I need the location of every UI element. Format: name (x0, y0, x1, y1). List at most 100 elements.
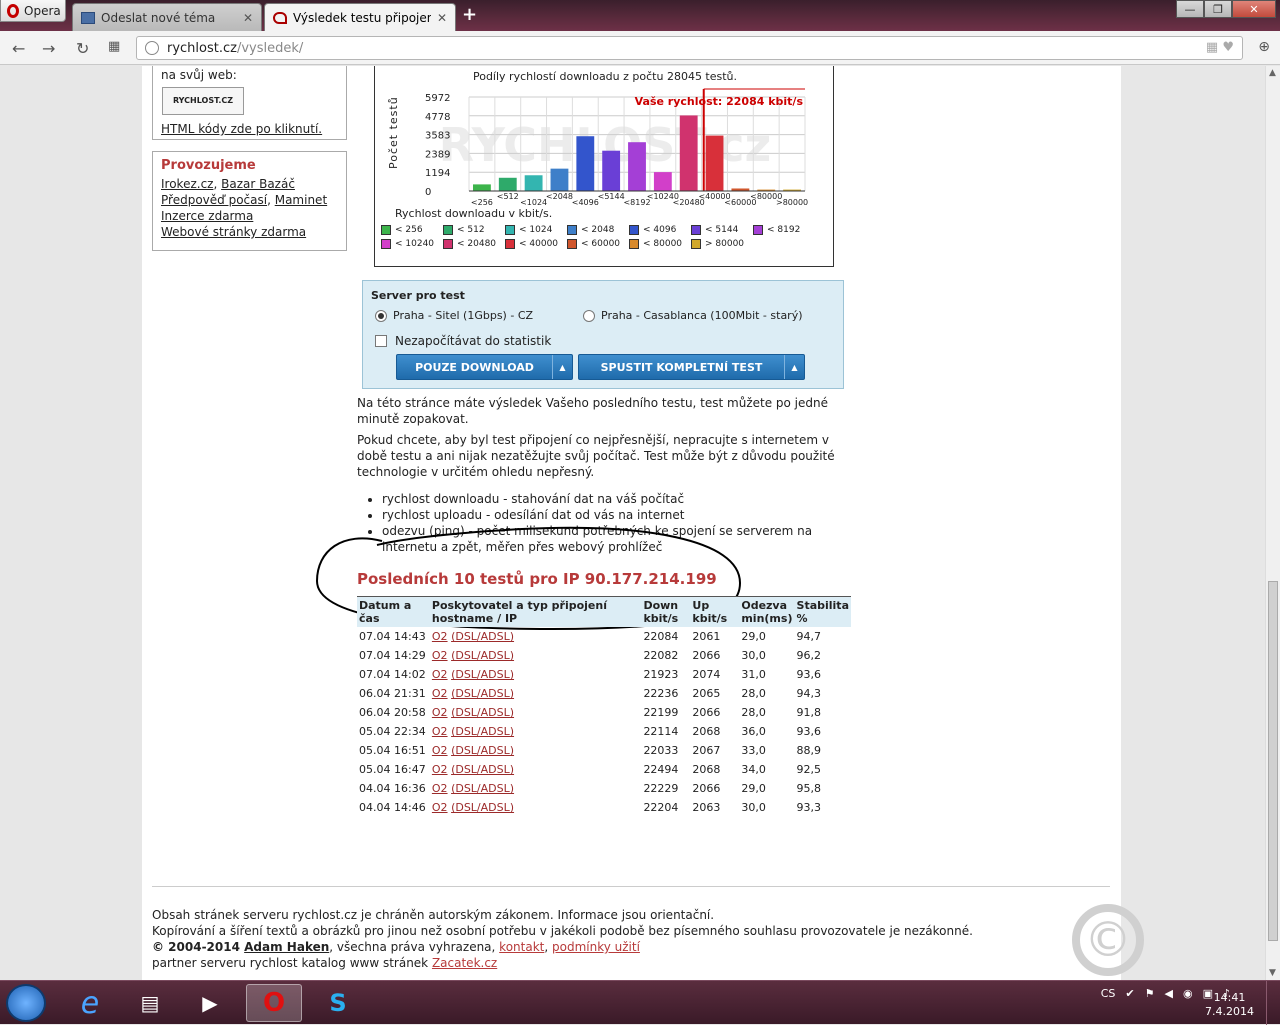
author-link[interactable]: Adam Haken (244, 940, 329, 954)
notification-icon[interactable]: ◀ (1164, 987, 1172, 1000)
download-only-button[interactable]: POUZE DOWNLOAD ▲ (396, 354, 573, 380)
media-player-icon[interactable]: ▶ (182, 984, 238, 1022)
connection-type-link[interactable]: (DSL/ADSL) (451, 687, 514, 700)
download-only-label: POUZE DOWNLOAD (415, 360, 534, 374)
vertical-scrollbar[interactable]: ▲ ▼ (1265, 66, 1280, 980)
no-stats-checkbox[interactable]: Nezapočítávat do statistik (375, 334, 551, 348)
provider-link[interactable]: O2 (432, 630, 448, 643)
cell-ping: 30,0 (741, 801, 766, 814)
reload-icon[interactable]: ↻ (76, 39, 89, 58)
tab-odeslat[interactable]: Odeslat nové téma ✕ (72, 3, 262, 31)
connection-type-link[interactable]: (DSL/ADSL) (451, 649, 514, 662)
dropdown-arrow-icon[interactable]: ▲ (552, 355, 572, 379)
embed-box: na svůj web: RYCHLOST.CZ HTML kódy zde p… (152, 66, 347, 140)
rychlost-logo[interactable]: RYCHLOST.CZ (162, 87, 244, 115)
table-row: 04.04 14:46 O2 (DSL/ADSL) 22204 2063 30,0 93,… (357, 798, 851, 817)
avast-icon[interactable]: ◉ (1183, 987, 1193, 1000)
cell-stability: 94,3 (796, 687, 822, 700)
chart-bar (628, 142, 646, 191)
legend-item: < 512 (443, 225, 505, 235)
cell-provider: O2 (DSL/ADSL) (430, 646, 642, 665)
rychlost-favicon-icon (273, 11, 287, 24)
cell-down: 22199 (643, 706, 679, 719)
chart-xtick: >80000 (776, 198, 808, 207)
close-icon[interactable]: ✕ (437, 11, 447, 25)
explorer-icon[interactable]: ▤ (122, 984, 178, 1022)
scroll-thumb[interactable] (1268, 581, 1278, 941)
connection-type-link[interactable]: (DSL/ADSL) (451, 744, 514, 757)
connection-type-link[interactable]: (DSL/ADSL) (451, 668, 514, 681)
skype-icon[interactable]: S (310, 984, 366, 1022)
close-icon[interactable]: ✕ (243, 11, 253, 25)
provider-link[interactable]: O2 (432, 706, 448, 719)
cell-up: 2074 (692, 668, 721, 681)
provider-link[interactable]: O2 (432, 801, 448, 814)
scroll-down-icon[interactable]: ▼ (1269, 968, 1276, 978)
connection-type-link[interactable]: (DSL/ADSL) (451, 801, 514, 814)
legend-swatch (443, 225, 453, 235)
provider-link[interactable]: O2 (432, 649, 448, 662)
zacatek-link[interactable]: Zacatek.cz (432, 956, 497, 970)
your-speed-label: Vaše rychlost: 22084 kbit/s (635, 95, 804, 108)
connection-type-link[interactable]: (DSL/ADSL) (451, 782, 514, 795)
cell-stability: 92,5 (796, 763, 822, 776)
new-tab-button[interactable]: + (462, 4, 477, 25)
provider-link[interactable]: O2 (432, 687, 448, 700)
tab-vysledek[interactable]: Výsledek testu připojení k i ✕ (264, 3, 456, 31)
contact-link[interactable]: kontakt (499, 940, 544, 954)
col-up: Up kbit/s (690, 596, 740, 627)
connection-type-link[interactable]: (DSL/ADSL) (451, 763, 514, 776)
col-ping: Odezva min(ms) (739, 596, 795, 627)
ie-icon[interactable]: e (62, 984, 118, 1022)
provider-link[interactable]: O2 (432, 782, 448, 795)
speed-dial-icon[interactable]: ▦ (108, 39, 120, 54)
link-maminet[interactable]: Maminet (275, 193, 327, 207)
cell-date: 07.04 14:29 (359, 649, 426, 662)
cell-provider: O2 (DSL/ADSL) (430, 703, 642, 722)
connection-type-link[interactable]: (DSL/ADSL) (451, 706, 514, 719)
clock[interactable]: 14:41 7.4.2014 (1205, 991, 1254, 1019)
forward-icon[interactable]: → (42, 39, 55, 58)
chart-bar (473, 184, 491, 191)
full-test-button[interactable]: SPUSTIT KOMPLETNÍ TEST ▲ (578, 354, 805, 380)
html-codes-link[interactable]: HTML kódy zde po kliknutí. (161, 122, 322, 136)
scroll-up-icon[interactable]: ▲ (1269, 68, 1276, 78)
provider-link[interactable]: O2 (432, 763, 448, 776)
server-option-sitel[interactable]: Praha - Sitel (1Gbps) - CZ (375, 309, 533, 322)
opera-taskbar-icon[interactable]: O (246, 984, 302, 1022)
language-indicator[interactable]: CS (1101, 987, 1116, 1000)
connection-type-link[interactable]: (DSL/ADSL) (451, 725, 514, 738)
flag-icon[interactable]: ⚑ (1145, 987, 1155, 1000)
server-option-casablanca[interactable]: Praha - Casablanca (100Mbit - starý) (583, 309, 803, 322)
provider-link[interactable]: O2 (432, 744, 448, 757)
server-option-label: Praha - Sitel (1Gbps) - CZ (393, 309, 534, 322)
link-webove[interactable]: Webové stránky zdarma (161, 225, 306, 239)
link-pocasi[interactable]: Předpověď počasí (161, 193, 267, 207)
dropdown-arrow-icon[interactable]: ▲ (784, 355, 804, 379)
link-bazar[interactable]: Bazar Bazáč (221, 177, 295, 191)
site-info-icon[interactable] (145, 41, 159, 55)
tray-app-icon[interactable]: ✔ (1125, 987, 1134, 1000)
opera-menu-button[interactable]: Opera (0, 0, 66, 22)
connection-type-link[interactable]: (DSL/ADSL) (451, 630, 514, 643)
link-inzerce[interactable]: Inzerce zdarma (161, 209, 253, 223)
bookmark-heart-icon[interactable]: ▦ ♥ (1206, 40, 1234, 55)
maximize-button[interactable]: ❐ (1204, 0, 1232, 18)
chart-canvas: RYCHLOST.cz597247783583238911940<256<512… (425, 88, 808, 207)
minimize-button[interactable]: — (1176, 0, 1204, 18)
link-irokez[interactable]: Irokez.cz (161, 177, 213, 191)
downloads-icon[interactable]: ⊕ (1258, 39, 1270, 55)
provider-link[interactable]: O2 (432, 725, 448, 738)
page-content: na svůj web: RYCHLOST.CZ HTML kódy zde p… (142, 66, 1144, 980)
back-icon[interactable]: ← (12, 39, 25, 58)
provider-link[interactable]: O2 (432, 668, 448, 681)
radio-unselected[interactable] (583, 309, 595, 322)
address-bar[interactable]: rychlost.cz/vysledek/ ▦ ♥ (136, 36, 1243, 60)
radio-selected[interactable] (375, 309, 387, 322)
show-desktop-button[interactable] (1266, 981, 1280, 1025)
checkbox-box[interactable] (375, 335, 387, 347)
legend-swatch (691, 225, 701, 235)
terms-link[interactable]: podmínky užití (552, 940, 640, 954)
close-window-button[interactable]: ✕ (1232, 0, 1276, 18)
start-button[interactable] (6, 984, 46, 1022)
